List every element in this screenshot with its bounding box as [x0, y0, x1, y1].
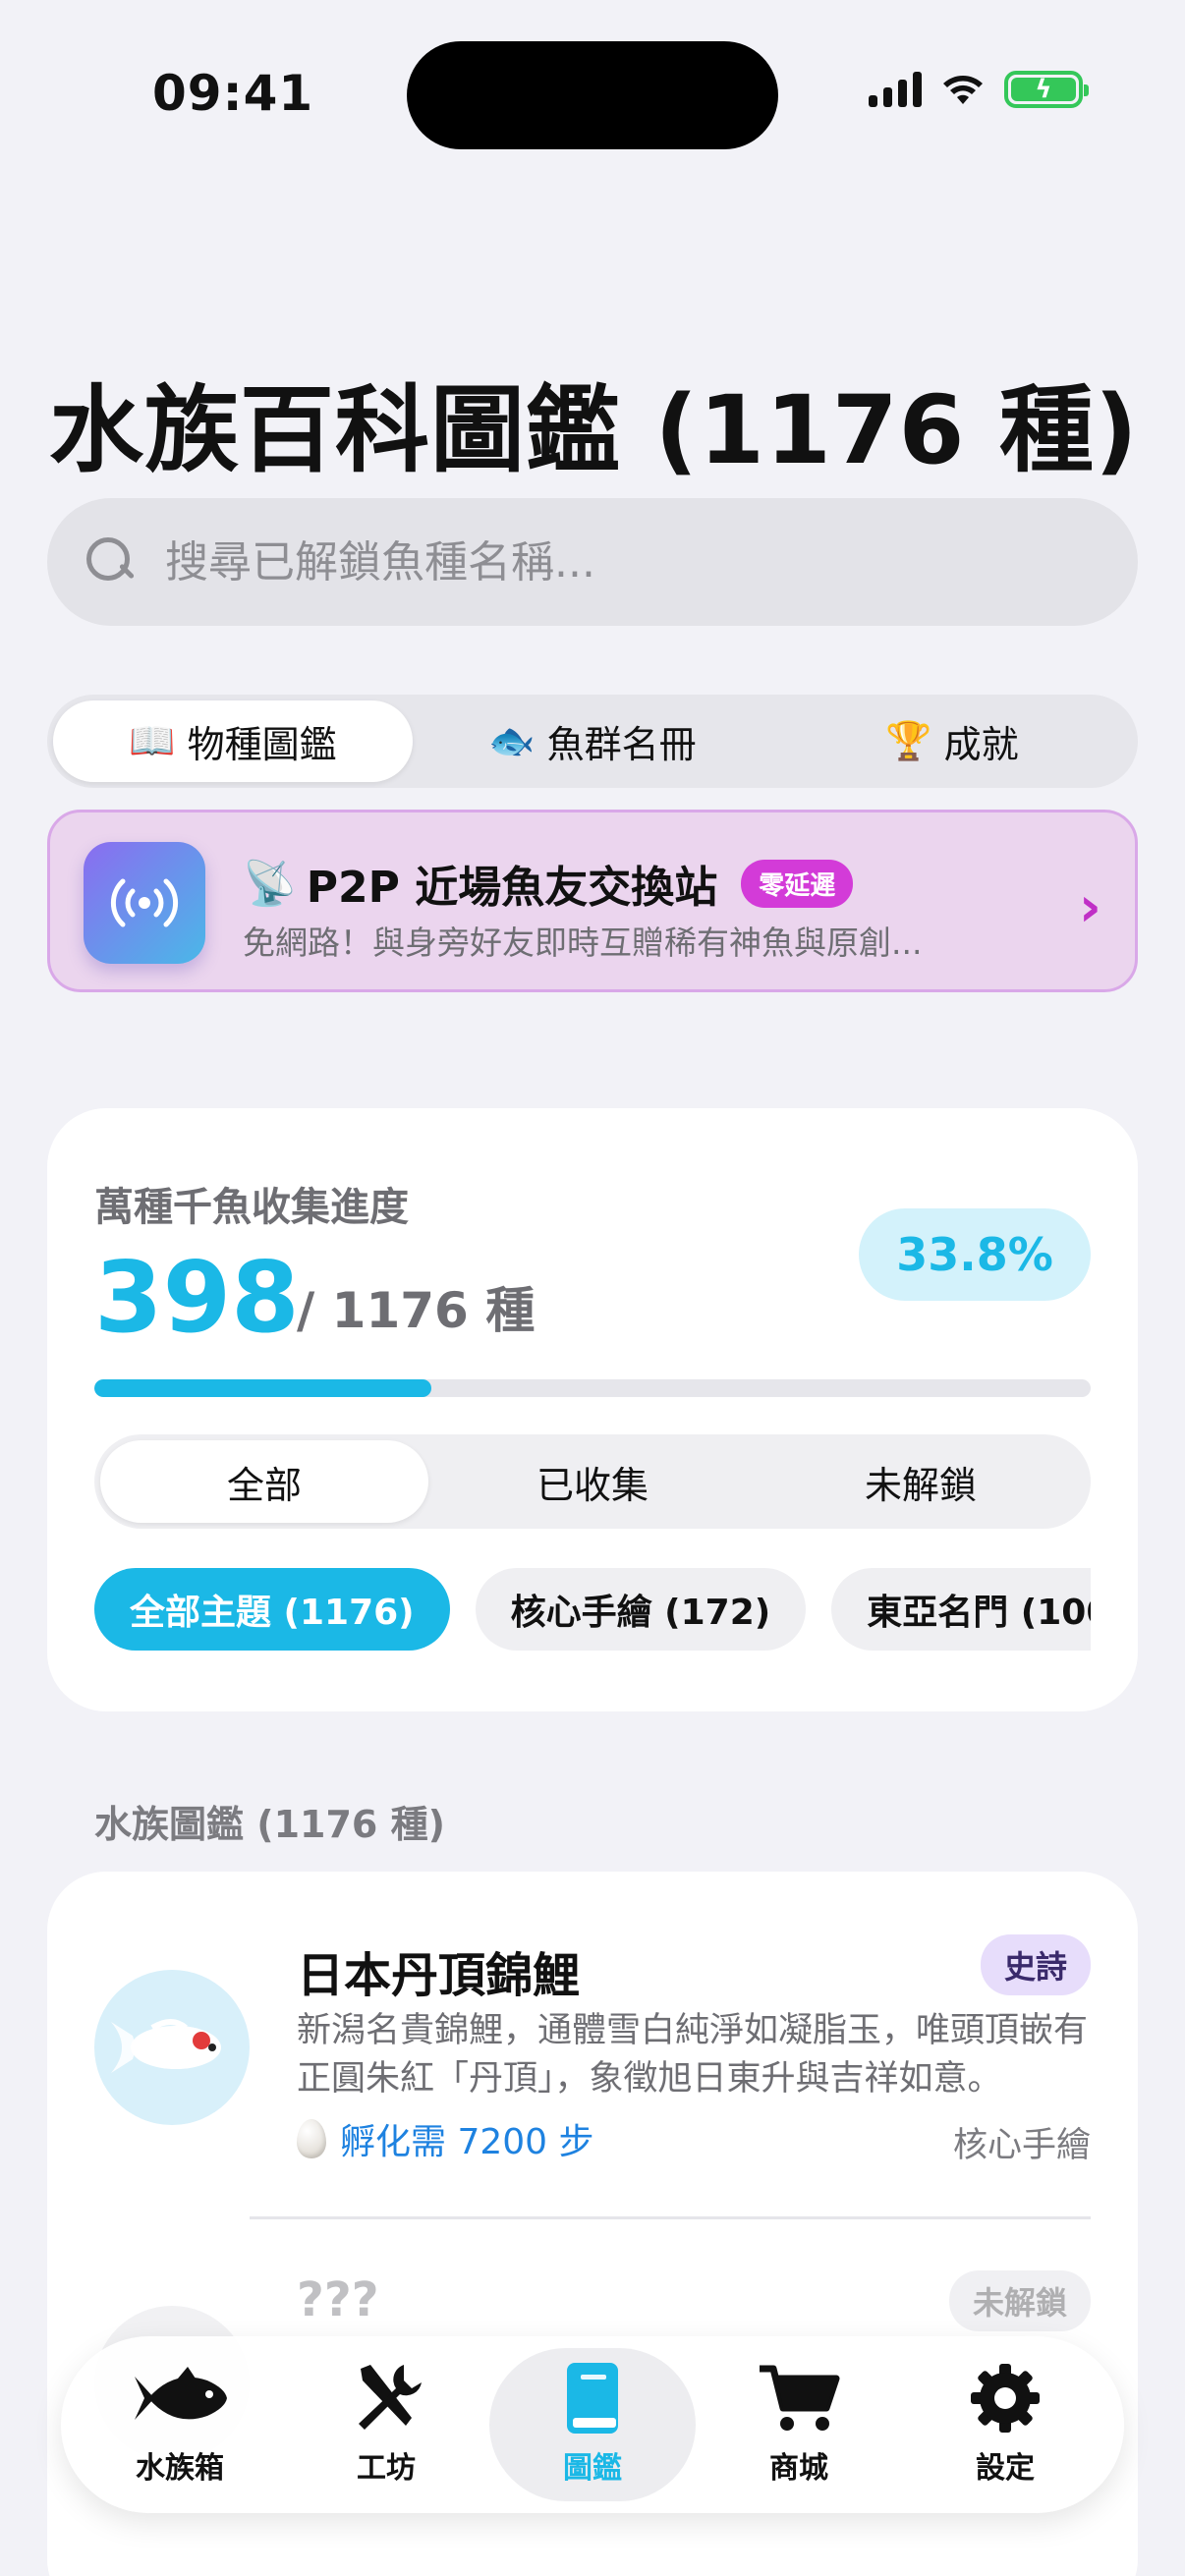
- banner-subtitle: 免網路！與身旁好友即時互贈稀有神魚與原創...: [243, 924, 923, 962]
- dynamic-island: [407, 41, 778, 149]
- hatch-steps: 孵化需 7200 步: [340, 2122, 594, 2162]
- chip-east-asia[interactable]: 東亞名門 (100): [831, 1568, 1091, 1651]
- search-bar[interactable]: [47, 498, 1138, 626]
- fish-name: ???: [297, 2272, 379, 2327]
- progress-label: 萬種千魚收集進度: [94, 1185, 409, 1230]
- section-header: 水族圖鑑 (1176 種): [94, 1803, 445, 1846]
- egg-icon: [297, 2119, 326, 2158]
- tab-label: 圖鑑: [563, 2451, 622, 2486]
- zero-latency-badge: 零延遲: [741, 859, 854, 908]
- koi-fish-avatar: [94, 1970, 250, 2125]
- tab-label: 水族箱: [136, 2451, 224, 2486]
- filter-all[interactable]: 全部: [100, 1440, 428, 1523]
- status-time: 09:41: [152, 65, 314, 122]
- rarity-badge: 未解鎖: [948, 2270, 1091, 2331]
- cart-icon: [758, 2363, 840, 2434]
- satellite-dish-icon: 📡: [243, 859, 297, 909]
- tab-encyclopedia[interactable]: 圖鑑: [489, 2348, 696, 2501]
- tab-label: 物種圖鑑: [187, 723, 337, 766]
- p2p-exchange-banner[interactable]: 📡 P2P 近場魚友交換站 零延遲 免網路！與身旁好友即時互贈稀有神魚與原創..…: [47, 810, 1138, 992]
- tab-workshop[interactable]: 工坊: [283, 2348, 489, 2501]
- theme-chip-scroller[interactable]: 全部主題 (1176) 核心手繪 (172) 東亞名門 (100): [94, 1568, 1091, 1651]
- collected-count: 398: [94, 1240, 300, 1355]
- progress-bar: [94, 1379, 1091, 1397]
- book-icon: [563, 2363, 622, 2434]
- tab-label: 工坊: [357, 2451, 416, 2486]
- gear-icon: [969, 2363, 1042, 2434]
- collection-filter: 全部 已收集 未解鎖: [94, 1434, 1091, 1529]
- trophy-emoji-icon: 🏆: [885, 719, 932, 762]
- rarity-badge: 史詩: [980, 1934, 1091, 1995]
- total-count: / 1176 種: [297, 1282, 536, 1339]
- collection-progress-card: 萬種千魚收集進度 398 / 1176 種 33.8% 全部 已收集 未解鎖 全…: [47, 1108, 1138, 1711]
- tab-settings[interactable]: 設定: [902, 2348, 1108, 2501]
- bottom-tab-bar: 水族箱 工坊 圖鑑 商城 設定: [61, 2336, 1124, 2513]
- page-title: 水族百科圖鑑 (1176 種): [49, 375, 1139, 485]
- fish-name: 日本丹頂錦鯉: [297, 1948, 581, 2003]
- tools-icon: [349, 2363, 423, 2434]
- list-item[interactable]: 日本丹頂錦鯉 史詩 新潟名貴錦鯉，通體雪白純淨如凝脂玉，唯頭頂嵌有正圓朱紅「丹頂…: [47, 1872, 1138, 2166]
- filter-collected[interactable]: 已收集: [428, 1440, 757, 1523]
- section-segmented-control: 📖 物種圖鑑 🐟 魚群名冊 🏆 成就: [47, 695, 1138, 788]
- fish-emoji-icon: 🐟: [488, 719, 536, 762]
- fish-description: 新潟名貴錦鯉，通體雪白純淨如凝脂玉，唯頭頂嵌有正圓朱紅「丹頂」，象徵旭日東升與吉…: [297, 2011, 1089, 2099]
- tab-achievements[interactable]: 🏆 成就: [772, 700, 1132, 782]
- chevron-right-icon: ›: [1078, 875, 1101, 939]
- antenna-signal-icon: [84, 842, 205, 964]
- progress-bar-fill: [94, 1379, 431, 1397]
- hatch-requirement: 孵化需 7200 步: [297, 2113, 594, 2164]
- banner-title-row: 📡 P2P 近場魚友交換站 零延遲: [243, 852, 854, 915]
- progress-percent-badge: 33.8%: [859, 1208, 1091, 1301]
- tab-aquarium[interactable]: 水族箱: [77, 2348, 283, 2501]
- tab-label: 成就: [943, 723, 1019, 766]
- search-input[interactable]: [165, 536, 1049, 588]
- battery-charging-icon: ϟ: [1004, 71, 1089, 108]
- tab-label: 設定: [976, 2451, 1035, 2486]
- tab-shop[interactable]: 商城: [696, 2348, 902, 2501]
- tab-species-encyclopedia[interactable]: 📖 物種圖鑑: [53, 700, 413, 782]
- filter-locked[interactable]: 未解鎖: [757, 1440, 1085, 1523]
- book-emoji-icon: 📖: [129, 719, 176, 762]
- fish-theme: 核心手繪: [952, 2126, 1091, 2165]
- search-icon: [86, 537, 136, 587]
- list-divider: [250, 2216, 1091, 2219]
- chip-all-themes[interactable]: 全部主題 (1176): [94, 1568, 450, 1651]
- chip-core-handdrawn[interactable]: 核心手繪 (172): [475, 1568, 807, 1651]
- cellular-signal-icon: [869, 72, 922, 107]
- banner-title: P2P 近場魚友交換站: [306, 863, 718, 913]
- fish-icon: [131, 2363, 229, 2434]
- tab-school-roster[interactable]: 🐟 魚群名冊: [413, 700, 772, 782]
- wifi-icon: [943, 76, 983, 104]
- status-icons: ϟ: [869, 71, 1089, 108]
- tab-label: 魚群名冊: [546, 723, 697, 766]
- tab-label: 商城: [769, 2451, 828, 2486]
